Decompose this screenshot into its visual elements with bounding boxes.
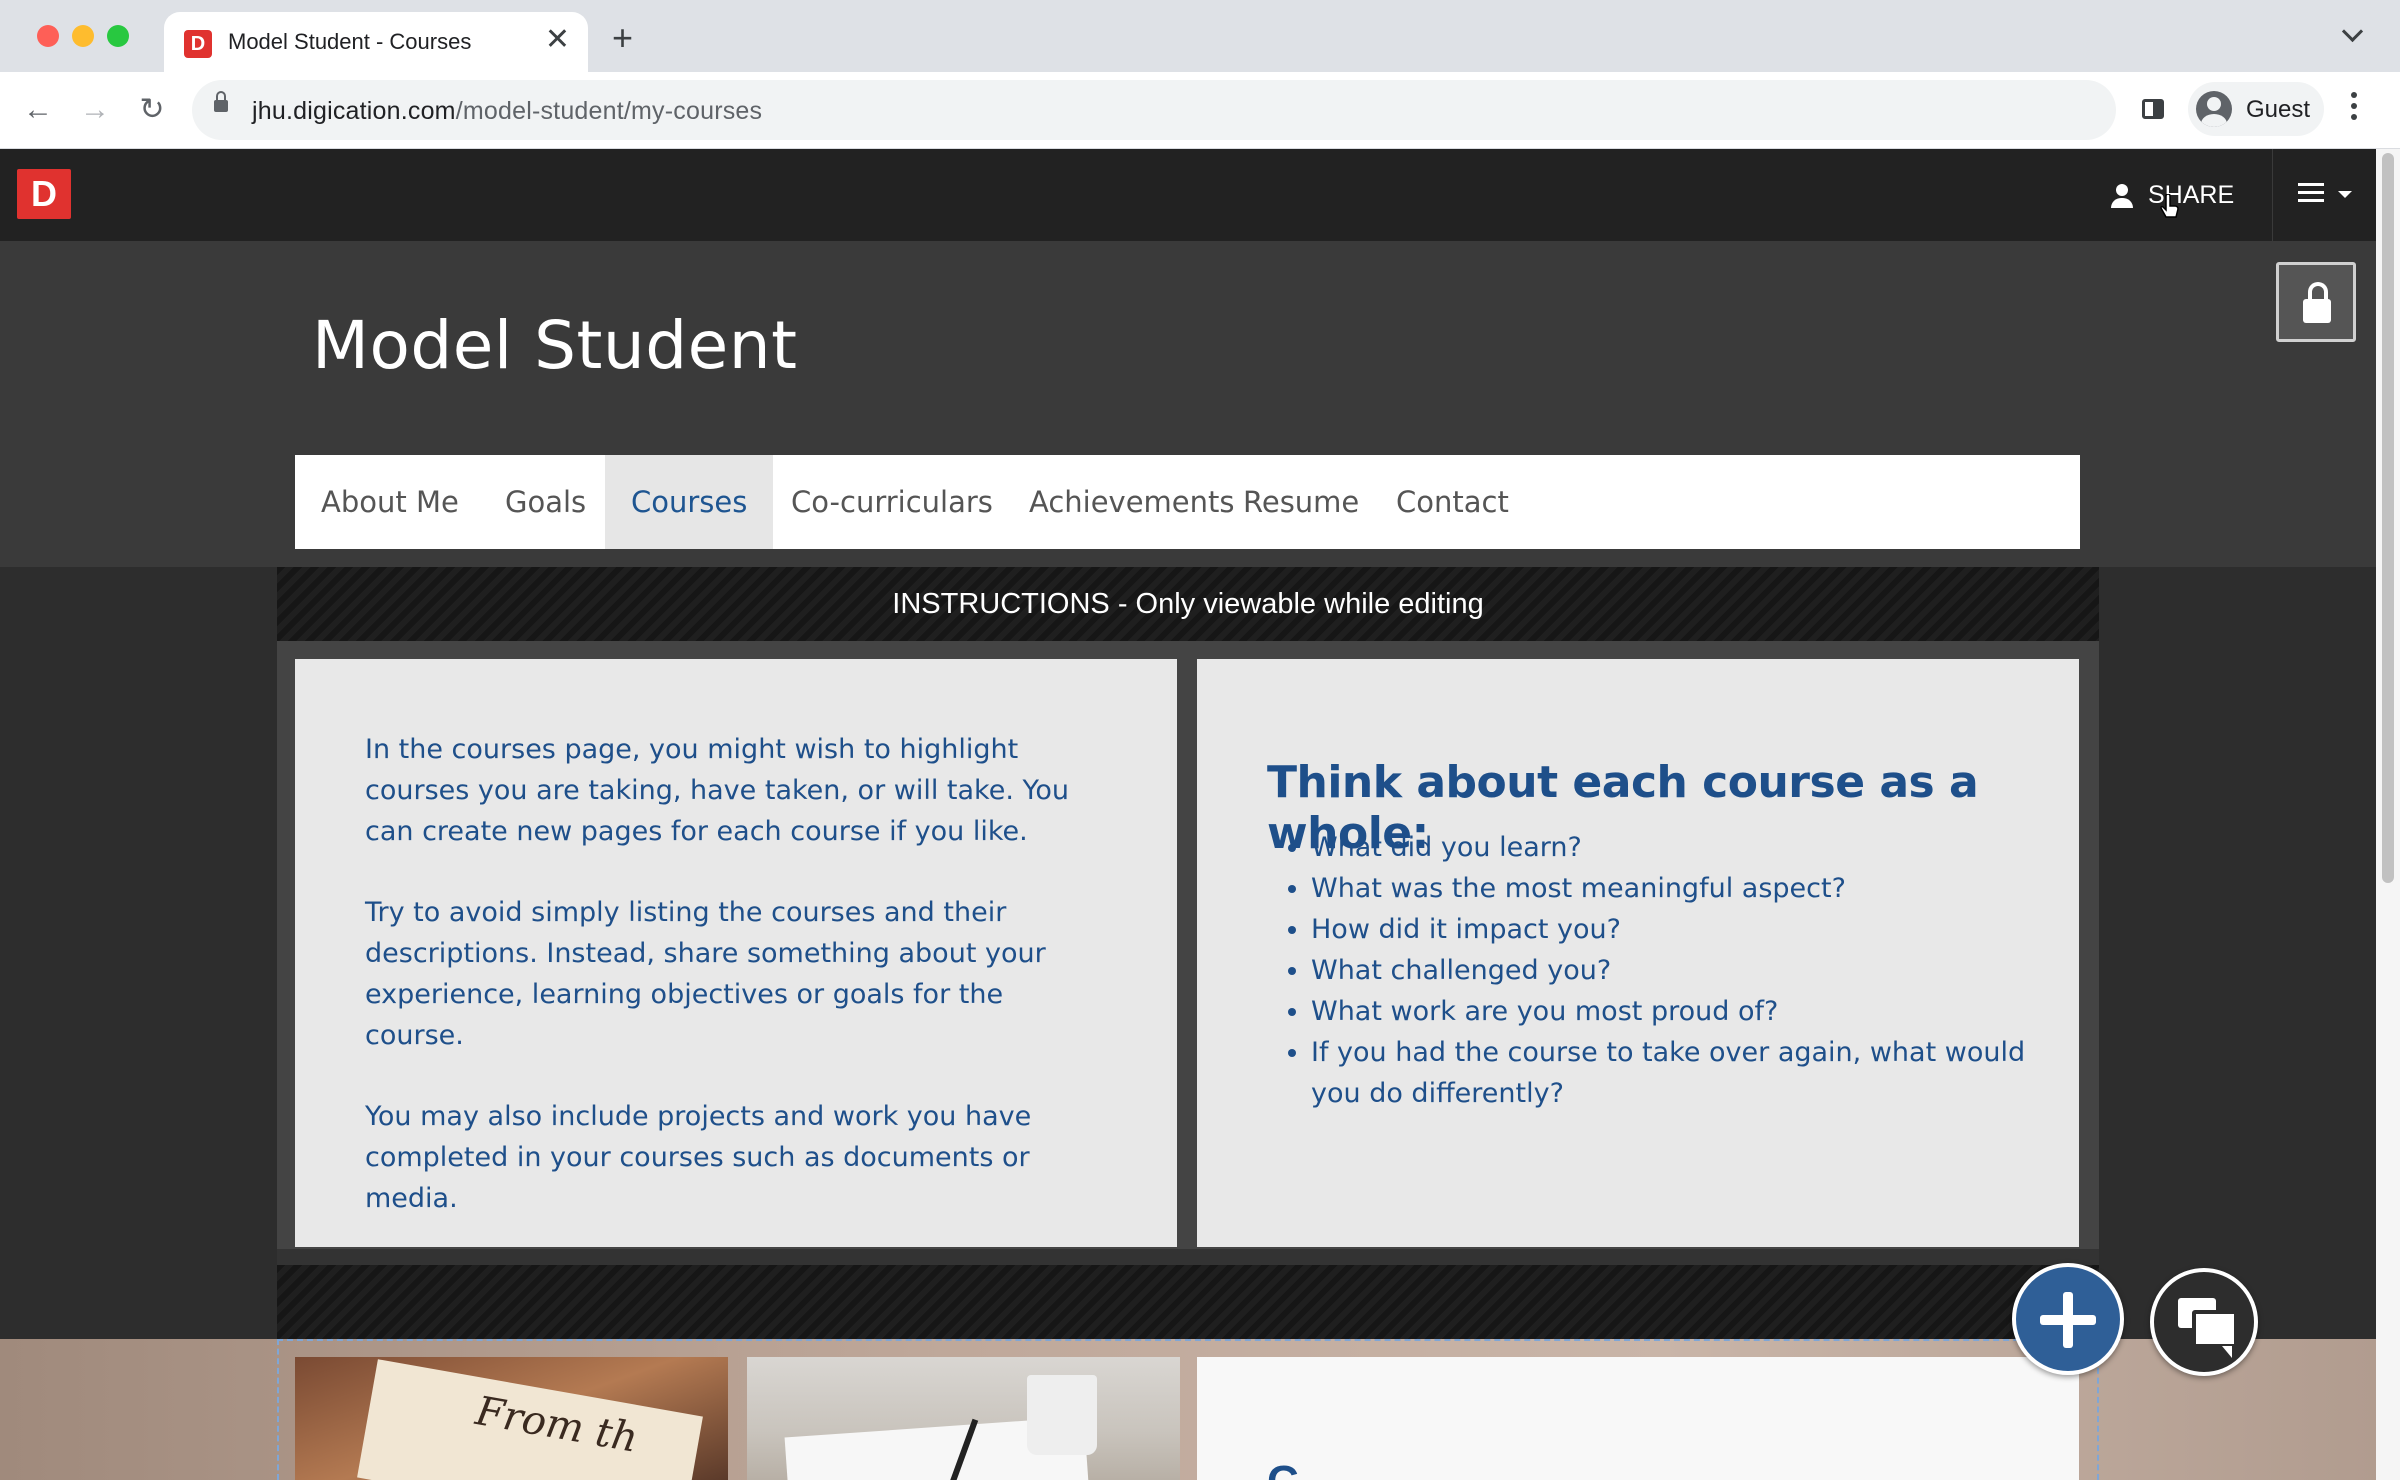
- hand-cursor-icon: [2160, 194, 2179, 218]
- tab-favicon-icon: D: [184, 30, 212, 58]
- scrollbar-thumb[interactable]: [2382, 153, 2394, 883]
- instructions-text: In the courses page, you might wish to h…: [365, 729, 1105, 1259]
- nav-item-about-me[interactable]: About Me: [295, 455, 485, 549]
- list-item: What did you learn?: [1311, 827, 2051, 868]
- list-item: How did it impact you?: [1311, 909, 2051, 950]
- course-photo-notecard[interactable]: From th: [295, 1357, 728, 1480]
- tab-list-chevron-icon[interactable]: [2341, 20, 2364, 43]
- tab-close-icon[interactable]: ✕: [545, 25, 570, 55]
- instructions-card-left: In the courses page, you might wish to h…: [295, 659, 1177, 1247]
- mug: [1027, 1375, 1097, 1455]
- page-scrollbar[interactable]: [2376, 149, 2400, 1480]
- url-path: /model-student/my-courses: [455, 97, 763, 125]
- list-item: What challenged you?: [1311, 950, 2051, 991]
- divider: [2272, 149, 2273, 241]
- digication-logo[interactable]: D: [17, 169, 71, 219]
- hamburger-menu-icon[interactable]: [2298, 183, 2324, 203]
- site-title: Model Student: [312, 307, 798, 384]
- add-icon[interactable]: [2012, 1263, 2124, 1375]
- window-close-button[interactable]: [37, 25, 59, 47]
- person-icon: [2110, 183, 2134, 209]
- instructions-paragraph: You may also include projects and work y…: [365, 1101, 1032, 1214]
- instructions-banner-text: INSTRUCTIONS - Only viewable while editi…: [892, 588, 1484, 620]
- nav-item-goals[interactable]: Goals: [478, 455, 613, 549]
- nav-item-co-curriculars[interactable]: Co-curriculars: [765, 455, 1019, 549]
- profile-button[interactable]: Guest: [2188, 82, 2324, 136]
- nav-item-contact[interactable]: Contact: [1370, 455, 1535, 549]
- course-text-heading: C: [1267, 1457, 1299, 1480]
- new-tab-button[interactable]: +: [612, 20, 633, 56]
- section-divider-bar: [277, 1265, 2099, 1339]
- page-content: D SHARE Model Student About Me Goals Cou…: [0, 149, 2376, 1480]
- instructions-banner: INSTRUCTIONS - Only viewable while editi…: [277, 567, 2099, 641]
- window-zoom-button[interactable]: [107, 25, 129, 47]
- site-nav: About Me Goals Courses Co-curriculars Ac…: [295, 455, 2080, 549]
- list-item: If you had the course to take over again…: [1311, 1032, 2051, 1114]
- profile-avatar-icon: [2196, 91, 2232, 127]
- chat-bubble-front: [2192, 1310, 2238, 1358]
- reload-icon[interactable]: ↻: [132, 90, 172, 130]
- browser-toolbar: ← → ↻ jhu.digication.com/model-student/m…: [0, 72, 2400, 149]
- side-panel-icon[interactable]: [2142, 99, 2164, 119]
- lock-icon: [2303, 299, 2331, 323]
- nav-item-resume[interactable]: Resume: [1217, 455, 1385, 549]
- browser-tab-active[interactable]: D Model Student - Courses ✕: [164, 12, 588, 72]
- tab-title: Model Student - Courses: [228, 29, 472, 54]
- kebab-menu-icon[interactable]: [2350, 92, 2358, 125]
- profile-name: Guest: [2246, 96, 2311, 123]
- browser-tab-bar: D Model Student - Courses ✕ +: [0, 0, 2400, 72]
- course-photo-desk[interactable]: [747, 1357, 1180, 1480]
- back-icon[interactable]: ←: [18, 90, 58, 130]
- course-text-card: C: [1197, 1357, 2079, 1480]
- lock-button[interactable]: [2276, 262, 2356, 342]
- app-header: D SHARE: [0, 149, 2376, 241]
- address-bar[interactable]: jhu.digication.com/model-student/my-cour…: [192, 80, 2116, 140]
- chat-icon[interactable]: [2150, 1268, 2258, 1376]
- url-domain: jhu.digication.com: [252, 97, 456, 125]
- forward-icon[interactable]: →: [75, 90, 115, 130]
- list-item: What was the most meaningful aspect?: [1311, 868, 2051, 909]
- lock-icon[interactable]: [214, 91, 228, 112]
- instructions-paragraph: In the courses page, you might wish to h…: [365, 734, 1070, 847]
- instructions-paragraph: Try to avoid simply listing the courses …: [365, 897, 1046, 1051]
- url-text[interactable]: jhu.digication.com/model-student/my-cour…: [252, 97, 762, 126]
- course-reflection-list: What did you learn? What was the most me…: [1267, 827, 2051, 1114]
- caret-down-icon[interactable]: [2338, 191, 2352, 198]
- instructions-card-right: Think about each course as a whole: What…: [1197, 659, 2079, 1247]
- window-minimize-button[interactable]: [72, 25, 94, 47]
- nav-item-courses[interactable]: Courses: [605, 455, 774, 549]
- list-item: What work are you most proud of?: [1311, 991, 2051, 1032]
